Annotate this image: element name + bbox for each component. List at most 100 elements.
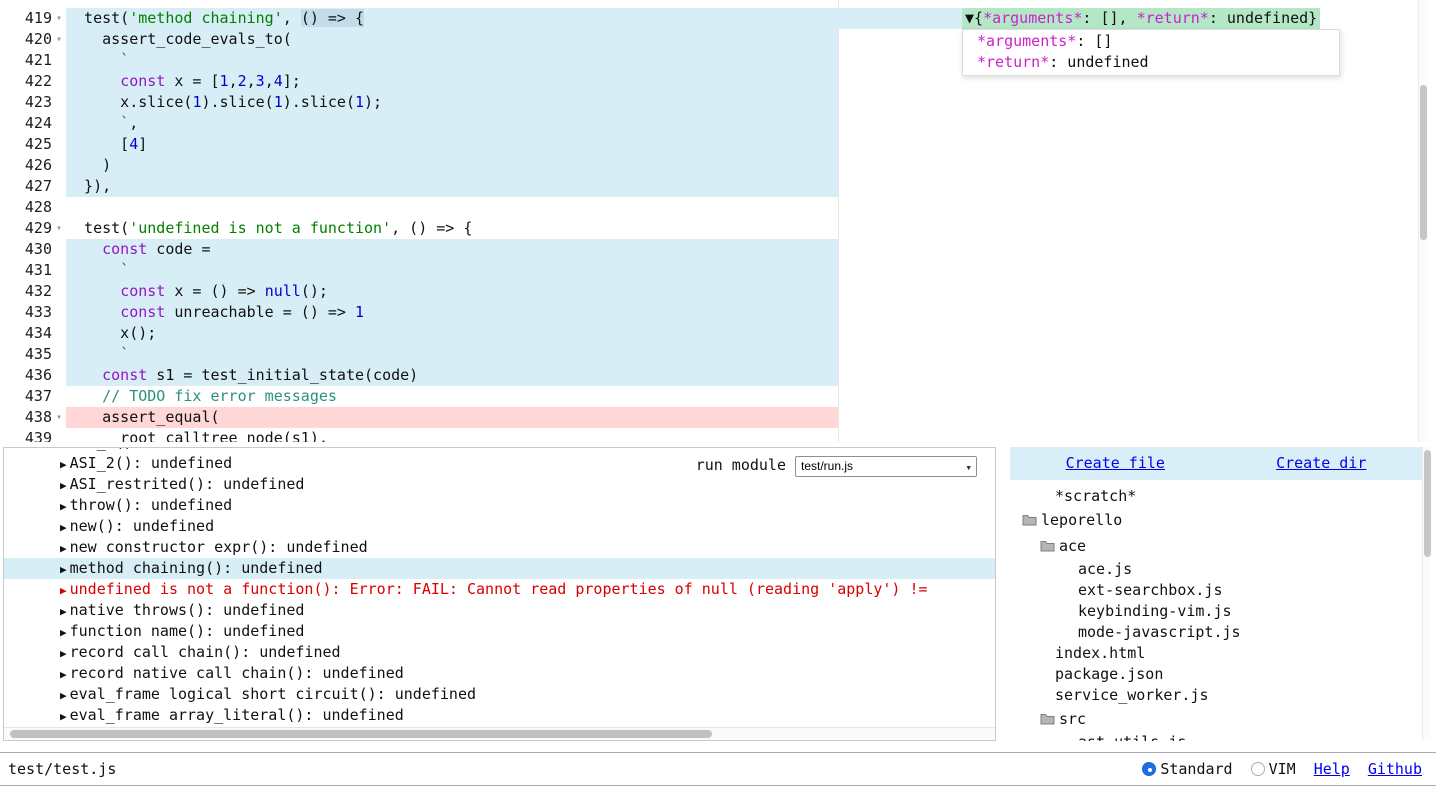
file-name: service_worker.js bbox=[1055, 685, 1209, 706]
code-line[interactable]: 433 const unreachable = () => 1 bbox=[0, 302, 1436, 323]
code-token: const bbox=[102, 366, 147, 384]
expand-icon[interactable]: ▶ bbox=[60, 563, 67, 576]
code-line[interactable]: 437 // TODO fix error messages bbox=[0, 386, 1436, 407]
expand-icon[interactable]: ▶ bbox=[60, 521, 67, 534]
editor-scrollbar[interactable] bbox=[1418, 0, 1428, 442]
code-line[interactable]: 430 const code = bbox=[0, 239, 1436, 260]
expand-icon[interactable]: ▶ bbox=[60, 500, 67, 513]
gutter-line-number[interactable]: 425 bbox=[0, 134, 52, 155]
gutter-line-number[interactable]: 433 bbox=[0, 302, 52, 323]
expand-icon[interactable]: ▶ bbox=[60, 626, 67, 639]
code-line[interactable]: 432 const x = () => null(); bbox=[0, 281, 1436, 302]
test-result-item[interactable]: ▶undefined is not a function(): Error: F… bbox=[4, 579, 995, 600]
code-line[interactable]: 428 bbox=[0, 197, 1436, 218]
gutter-line-number[interactable]: 430 bbox=[0, 239, 52, 260]
gutter-line-number[interactable]: 424 bbox=[0, 113, 52, 134]
file-tree-item[interactable]: ext-searchbox.js bbox=[1010, 580, 1422, 601]
mode-option-standard[interactable]: Standard bbox=[1142, 760, 1232, 778]
test-result-item[interactable]: ▶new(): undefined bbox=[4, 516, 995, 537]
gutter-line-number[interactable]: 429 bbox=[0, 218, 52, 239]
line-highlight bbox=[66, 50, 838, 71]
create-file-link[interactable]: Create file bbox=[1066, 453, 1165, 474]
expand-icon[interactable]: ▶ bbox=[60, 647, 67, 660]
gutter-line-number[interactable]: 427 bbox=[0, 176, 52, 197]
gutter-line-number[interactable]: 432 bbox=[0, 281, 52, 302]
code-line[interactable]: 438▾ assert_equal( bbox=[0, 407, 1436, 428]
test-result-item[interactable]: ▶record native call chain(): undefined bbox=[4, 663, 995, 684]
gutter-line-number[interactable]: 431 bbox=[0, 260, 52, 281]
code-line[interactable]: 429▾ test('undefined is not a function',… bbox=[0, 218, 1436, 239]
expand-icon[interactable]: ▶ bbox=[60, 710, 67, 723]
gutter-line-number[interactable]: 435 bbox=[0, 344, 52, 365]
run-module-select[interactable]: test/run.js bbox=[795, 456, 977, 477]
test-result-item[interactable]: ▶eval_frame logical short circuit(): und… bbox=[4, 684, 995, 705]
gutter-line-number[interactable]: 423 bbox=[0, 92, 52, 113]
test-result-item[interactable]: ▶method chaining(): undefined bbox=[4, 558, 995, 579]
test-result-item[interactable]: ▶record call chain(): undefined bbox=[4, 642, 995, 663]
expand-icon[interactable]: ▶ bbox=[60, 447, 67, 450]
gutter-line-number[interactable]: 438 bbox=[0, 407, 52, 428]
gutter-line-number[interactable]: 422 bbox=[0, 71, 52, 92]
code-line[interactable]: 425 [4] bbox=[0, 134, 1436, 155]
expand-icon[interactable]: ▶ bbox=[60, 584, 67, 597]
file-tree-item[interactable]: ace.js bbox=[1010, 559, 1422, 580]
code-line[interactable]: 435 ` bbox=[0, 344, 1436, 365]
radio-vim[interactable] bbox=[1251, 762, 1265, 776]
tooltip-entry[interactable]: *return*: undefined bbox=[977, 52, 1339, 73]
test-result-item[interactable]: ▶new constructor expr(): undefined bbox=[4, 537, 995, 558]
file-tree-item[interactable]: leporello bbox=[1010, 507, 1422, 533]
file-tree-item[interactable]: *scratch* bbox=[1010, 486, 1422, 507]
code-line[interactable]: 431 ` bbox=[0, 260, 1436, 281]
expand-icon[interactable]: ▶ bbox=[60, 542, 67, 555]
test-result-item[interactable]: ▶ASI_restrited(): undefined bbox=[4, 474, 995, 495]
results-hscrollbar-thumb[interactable] bbox=[10, 730, 712, 738]
expand-icon[interactable]: ▶ bbox=[60, 605, 67, 618]
status-link-help[interactable]: Help bbox=[1314, 760, 1350, 778]
code-line[interactable]: 427 }), bbox=[0, 176, 1436, 197]
test-result-item[interactable]: ▶native throws(): undefined bbox=[4, 600, 995, 621]
gutter-line-number[interactable]: 439 bbox=[0, 428, 52, 442]
editor-scrollbar-thumb[interactable] bbox=[1420, 85, 1427, 240]
code-line[interactable]: 434 x(); bbox=[0, 323, 1436, 344]
expand-icon[interactable]: ▶ bbox=[60, 689, 67, 702]
status-link-github[interactable]: Github bbox=[1368, 760, 1422, 778]
code-line[interactable]: 436 const s1 = test_initial_state(code) bbox=[0, 365, 1436, 386]
code-line[interactable]: 423 x.slice(1).slice(1).slice(1); bbox=[0, 92, 1436, 113]
results-hscrollbar[interactable] bbox=[4, 727, 995, 740]
file-tree-item[interactable]: src bbox=[1010, 706, 1422, 732]
file-tree-item[interactable]: index.html bbox=[1010, 643, 1422, 664]
file-tree-item[interactable]: ace bbox=[1010, 533, 1422, 559]
test-result-item[interactable]: ▶throw(): undefined bbox=[4, 495, 995, 516]
code-token: x = () => bbox=[165, 282, 264, 300]
file-tree-item[interactable]: keybinding-vim.js bbox=[1010, 601, 1422, 622]
gutter-line-number[interactable]: 419 bbox=[0, 8, 52, 29]
gutter-line-number[interactable]: 428 bbox=[0, 197, 52, 218]
file-tree-item[interactable]: package.json bbox=[1010, 664, 1422, 685]
create-dir-link[interactable]: Create dir bbox=[1276, 453, 1366, 474]
gutter-line-number[interactable]: 426 bbox=[0, 155, 52, 176]
code-editor[interactable]: 419▾ test('method chaining', () => {420▾… bbox=[0, 0, 1436, 442]
expand-icon[interactable]: ▶ bbox=[60, 458, 67, 471]
files-scrollbar[interactable] bbox=[1422, 447, 1431, 741]
code-line[interactable]: 426 ) bbox=[0, 155, 1436, 176]
mode-option-vim[interactable]: VIM bbox=[1251, 760, 1296, 778]
files-scrollbar-thumb[interactable] bbox=[1424, 450, 1431, 557]
gutter-line-number[interactable]: 421 bbox=[0, 50, 52, 71]
gutter-line-number[interactable]: 420 bbox=[0, 29, 52, 50]
gutter-line-number[interactable]: 436 bbox=[0, 365, 52, 386]
file-tree-item[interactable]: ast_utils.js bbox=[1010, 732, 1422, 741]
gutter-line-number[interactable]: 437 bbox=[0, 386, 52, 407]
expand-icon[interactable]: ▶ bbox=[60, 668, 67, 681]
code-token: assert_code_evals_to( bbox=[66, 30, 292, 48]
tooltip-entry[interactable]: *arguments*: [] bbox=[977, 31, 1339, 52]
eval-result-header[interactable]: ▼{*arguments*: [], *return*: undefined} bbox=[962, 8, 1320, 29]
gutter-line-number[interactable]: 434 bbox=[0, 323, 52, 344]
radio-standard[interactable] bbox=[1142, 762, 1156, 776]
file-tree-item[interactable]: service_worker.js bbox=[1010, 685, 1422, 706]
code-line[interactable]: 439 root_calltree_node(s1), bbox=[0, 428, 1436, 442]
test-result-item[interactable]: ▶function name(): undefined bbox=[4, 621, 995, 642]
code-line[interactable]: 424 `, bbox=[0, 113, 1436, 134]
file-tree-item[interactable]: mode-javascript.js bbox=[1010, 622, 1422, 643]
test-result-item[interactable]: ▶eval_frame array_literal(): undefined bbox=[4, 705, 995, 726]
expand-icon[interactable]: ▶ bbox=[60, 479, 67, 492]
